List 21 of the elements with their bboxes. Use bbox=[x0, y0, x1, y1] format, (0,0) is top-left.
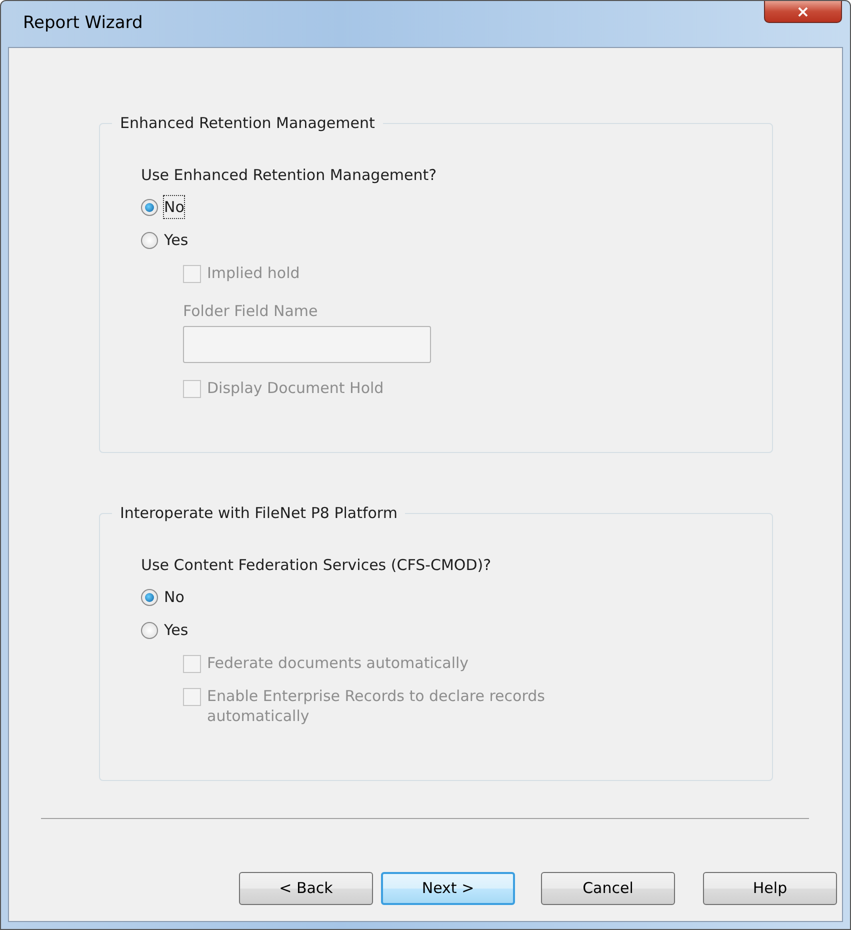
checkbox-label: Implied hold bbox=[207, 262, 300, 282]
radio-label[interactable]: Yes bbox=[164, 618, 188, 642]
wizard-button[interactable]: < Back bbox=[239, 872, 373, 905]
field-label: Folder Field Name bbox=[183, 300, 319, 322]
radio-button[interactable] bbox=[141, 588, 158, 606]
checkbox-label: Display Document Hold bbox=[207, 378, 384, 398]
radio-button[interactable] bbox=[141, 198, 158, 216]
radio-button[interactable] bbox=[141, 622, 158, 638]
radio-button[interactable] bbox=[141, 232, 158, 248]
close-button[interactable]: × bbox=[764, 1, 842, 23]
wizard-button[interactable]: Cancel bbox=[541, 872, 675, 905]
checkbox-label: Federate documents automatically bbox=[207, 652, 469, 672]
radio-label[interactable]: No bbox=[164, 196, 184, 218]
window-title: Report Wizard bbox=[23, 12, 143, 36]
question-label: Use Enhanced Retention Management? bbox=[141, 165, 438, 186]
radio-label[interactable]: No bbox=[164, 586, 184, 608]
radio-label[interactable]: Yes bbox=[164, 228, 188, 252]
checkbox-label: Enable Enterprise Records to declare records automatically bbox=[207, 686, 546, 726]
wizard-button[interactable]: Next > bbox=[381, 872, 515, 905]
wizard-button[interactable]: Help bbox=[703, 872, 837, 905]
question-label: Use Content Federation Services (CFS-CMOD)? bbox=[141, 555, 492, 576]
